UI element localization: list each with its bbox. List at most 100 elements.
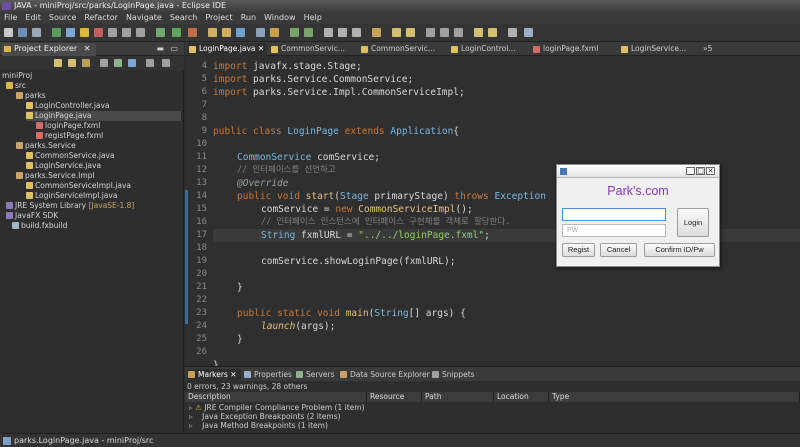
column-type[interactable]: Type: [549, 392, 800, 402]
step-over-icon[interactable]: [122, 28, 131, 37]
menu-source[interactable]: Source: [45, 12, 80, 24]
link-editor-icon[interactable]: [114, 59, 122, 67]
minimize-view-icon[interactable]: ▬: [156, 44, 164, 53]
tab-servers[interactable]: Servers: [295, 369, 335, 381]
prev-edit-icon[interactable]: [454, 28, 463, 37]
nav-back-icon[interactable]: [474, 28, 483, 37]
tree-item-src[interactable]: src: [6, 81, 26, 91]
regist-button[interactable]: Regist: [562, 243, 595, 257]
search-icon[interactable]: [270, 28, 279, 37]
open-type-icon[interactable]: [256, 28, 265, 37]
menu-window[interactable]: Window: [260, 12, 300, 24]
menu-search[interactable]: Search: [166, 12, 201, 24]
dialog-title-bar[interactable]: _ □ ✕: [557, 165, 719, 178]
annotation-next-icon[interactable]: [290, 28, 299, 37]
menu-navigate[interactable]: Navigate: [122, 12, 166, 24]
tree-item-parks[interactable]: parks: [16, 91, 46, 101]
close-tab-icon[interactable]: ✕: [258, 44, 264, 53]
open-perspective-icon[interactable]: [508, 28, 517, 37]
tree-item-logincontroller[interactable]: LoginController.java: [26, 101, 110, 111]
tree-item-jre-library[interactable]: JRE System Library [JavaSE-1.8]: [6, 201, 134, 211]
new-package-icon[interactable]: [222, 28, 231, 37]
tree-item-javafx-sdk[interactable]: JavaFX SDK: [6, 211, 58, 221]
skip-breakpoints-icon[interactable]: [66, 28, 75, 37]
cancel-button[interactable]: Cancel: [600, 243, 637, 257]
back-icon[interactable]: [54, 59, 62, 67]
run-icon[interactable]: [156, 28, 165, 37]
maximize-button[interactable]: □: [696, 167, 705, 175]
nav-forward-icon[interactable]: [488, 28, 497, 37]
tree-item-commonservice[interactable]: CommonService.java: [26, 151, 115, 161]
maximize-view-icon[interactable]: ▭: [170, 44, 178, 53]
table-row[interactable]: ▹ ⚠ JRE Compiler Compliance Problem (1 i…: [185, 403, 800, 412]
step-into-icon[interactable]: [108, 28, 117, 37]
new-java-project-icon[interactable]: [208, 28, 217, 37]
close-icon[interactable]: ✕: [230, 370, 236, 379]
close-button[interactable]: ✕: [706, 167, 715, 175]
resume-icon[interactable]: [80, 28, 89, 37]
tab-loginpage-java[interactable]: LoginPage.java ✕: [187, 43, 267, 56]
tab-markers[interactable]: Markers ✕: [187, 369, 241, 381]
table-row[interactable]: ▹ Java Exception Breakpoints (2 items): [185, 412, 800, 421]
column-location[interactable]: Location: [494, 392, 549, 402]
annotation-prev-icon[interactable]: [304, 28, 313, 37]
save-icon[interactable]: [18, 28, 27, 37]
tab-properties[interactable]: Properties: [243, 369, 292, 381]
tab-data-source-explorer[interactable]: Data Source Explorer: [339, 369, 430, 381]
tree-item-parks-service[interactable]: parks.Service: [16, 141, 76, 151]
external-tools-icon[interactable]: [188, 28, 197, 37]
next-edit-icon[interactable]: [440, 28, 449, 37]
tree-item-loginpage[interactable]: LoginPage.java: [26, 111, 181, 121]
tree-item-registpage-fxml[interactable]: registPage.fxml: [36, 131, 103, 141]
block-select-icon[interactable]: [338, 28, 347, 37]
column-resource[interactable]: Resource: [367, 392, 422, 402]
tree-item-loginservice[interactable]: LoginService.java: [26, 161, 101, 171]
tab-commonservice-1[interactable]: CommonServic...: [269, 43, 357, 56]
password-input[interactable]: [562, 224, 666, 237]
pin-editor-icon[interactable]: [372, 28, 381, 37]
view-menu-icon[interactable]: [162, 59, 170, 67]
login-button[interactable]: Login: [677, 208, 709, 237]
tree-item-commonserviceimpl[interactable]: CommonServiceImpl.java: [26, 181, 131, 191]
forward-icon[interactable]: [406, 28, 415, 37]
tree-root-project[interactable]: miniProj: [2, 71, 32, 81]
menu-file[interactable]: File: [0, 12, 21, 24]
confirm-id-pw-button[interactable]: Confirm ID/Pw: [644, 243, 715, 257]
forward-icon[interactable]: [68, 59, 76, 67]
whitespace-icon[interactable]: [352, 28, 361, 37]
tab-commonservice-2[interactable]: CommonServic...: [359, 43, 447, 56]
tree-item-loginpage-fxml[interactable]: loginPage.fxml: [36, 121, 100, 131]
tree-item-build-fxbuild[interactable]: build.fxbuild: [12, 221, 67, 231]
table-row[interactable]: ▹ Java Method Breakpoints (1 item): [185, 421, 800, 430]
project-explorer-tab[interactable]: Project Explorer ✕: [2, 43, 97, 56]
toggle-mark-icon[interactable]: [324, 28, 333, 37]
new-icon[interactable]: [4, 28, 13, 37]
new-class-icon[interactable]: [236, 28, 245, 37]
column-path[interactable]: Path: [422, 392, 494, 402]
tree-item-parks-service-impl[interactable]: parks.Service.Impl: [16, 171, 95, 181]
save-all-icon[interactable]: [32, 28, 41, 37]
menu-project[interactable]: Project: [201, 12, 236, 24]
last-edit-icon[interactable]: [426, 28, 435, 37]
terminate-icon[interactable]: [94, 28, 103, 37]
menu-refactor[interactable]: Refactor: [80, 12, 122, 24]
tab-loginpage-fxml[interactable]: loginPage.fxml: [531, 43, 617, 56]
tree-item-loginserviceimpl[interactable]: LoginServiceImpl.java: [26, 191, 117, 201]
tab-overflow[interactable]: »5: [701, 43, 723, 56]
menu-help[interactable]: Help: [300, 12, 326, 24]
column-description[interactable]: Description: [185, 392, 367, 402]
run-config-icon[interactable]: [172, 28, 181, 37]
collapse-all-icon[interactable]: [100, 59, 108, 67]
tab-logincontrol[interactable]: LoginControl...: [449, 43, 529, 56]
filter-icon[interactable]: [128, 59, 136, 67]
java-perspective-icon[interactable]: [524, 28, 533, 37]
id-input[interactable]: [562, 208, 666, 221]
up-icon[interactable]: [82, 59, 90, 67]
menu-edit[interactable]: Edit: [21, 12, 45, 24]
debug-icon[interactable]: [52, 28, 61, 37]
focus-icon[interactable]: [146, 59, 154, 67]
back-icon[interactable]: [392, 28, 401, 37]
tab-snippets[interactable]: Snippets: [431, 369, 475, 381]
minimize-button[interactable]: _: [686, 167, 695, 175]
menu-run[interactable]: Run: [237, 12, 260, 24]
